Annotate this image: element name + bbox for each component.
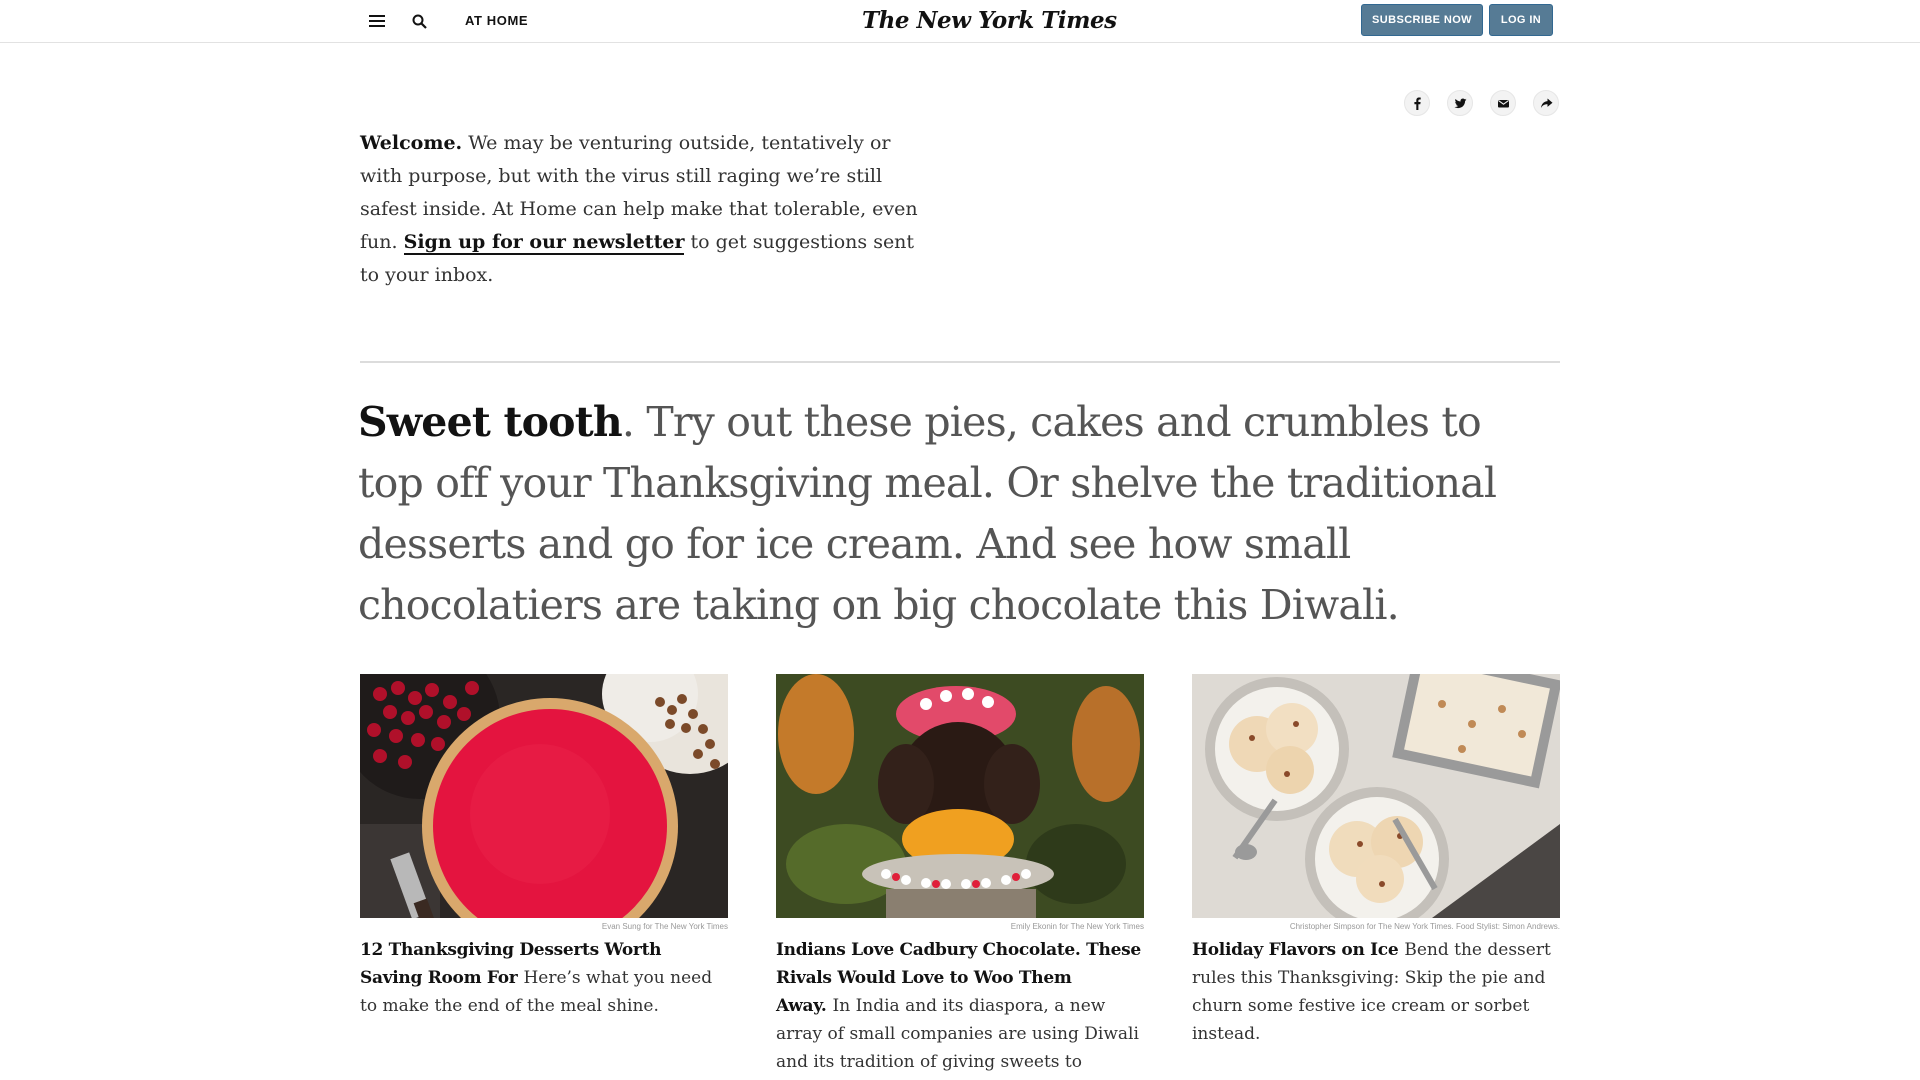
image-credit: Emily Ekonin for The New York Times	[1010, 922, 1144, 931]
intro-paragraph: Welcome. We may be venturing outside, te…	[360, 127, 938, 292]
nyt-logo[interactable]: The New York Times	[862, 7, 1117, 34]
search-icon[interactable]	[406, 10, 432, 32]
image-credit: Christopher Simpson for The New York Tim…	[1289, 922, 1560, 931]
twitter-icon[interactable]	[1447, 90, 1473, 116]
story-image-ice-cream[interactable]	[1192, 674, 1560, 918]
newsletter-signup-link[interactable]: Sign up for our newsletter	[403, 231, 685, 255]
login-button[interactable]: LOG IN	[1489, 4, 1553, 36]
subscribe-button[interactable]: SUBSCRIBE NOW	[1361, 4, 1483, 36]
story-title[interactable]: Holiday Flavors on Ice	[1192, 940, 1399, 960]
story-image-tart[interactable]	[360, 674, 728, 918]
share-icon[interactable]	[1533, 90, 1559, 116]
menu-icon[interactable]	[364, 10, 390, 32]
section-headline: Sweet tooth. Try out these pies, cakes a…	[358, 392, 1558, 636]
section-link-at-home[interactable]: AT HOME	[465, 13, 528, 28]
section-divider	[360, 361, 1560, 363]
image-credit: Evan Sung for The New York Times	[601, 922, 728, 931]
story-summary: In India and its diaspora, a new array o…	[776, 996, 1139, 1072]
story-image-ganesha[interactable]	[776, 674, 1144, 918]
facebook-icon[interactable]	[1404, 90, 1430, 116]
email-icon[interactable]	[1490, 90, 1516, 116]
story-card-desserts[interactable]: Evan Sung for The New York Times 12 Than…	[360, 674, 728, 1020]
headline-lead: Sweet tooth	[358, 398, 623, 446]
story-card-ice-cream[interactable]: Christopher Simpson for The New York Tim…	[1192, 674, 1560, 1048]
welcome-label: Welcome.	[360, 132, 463, 154]
top-bar: AT HOME The New York Times SUBSCRIBE NOW…	[0, 0, 1920, 43]
story-card-cadbury[interactable]: Emily Ekonin for The New York Times Indi…	[776, 674, 1144, 1080]
